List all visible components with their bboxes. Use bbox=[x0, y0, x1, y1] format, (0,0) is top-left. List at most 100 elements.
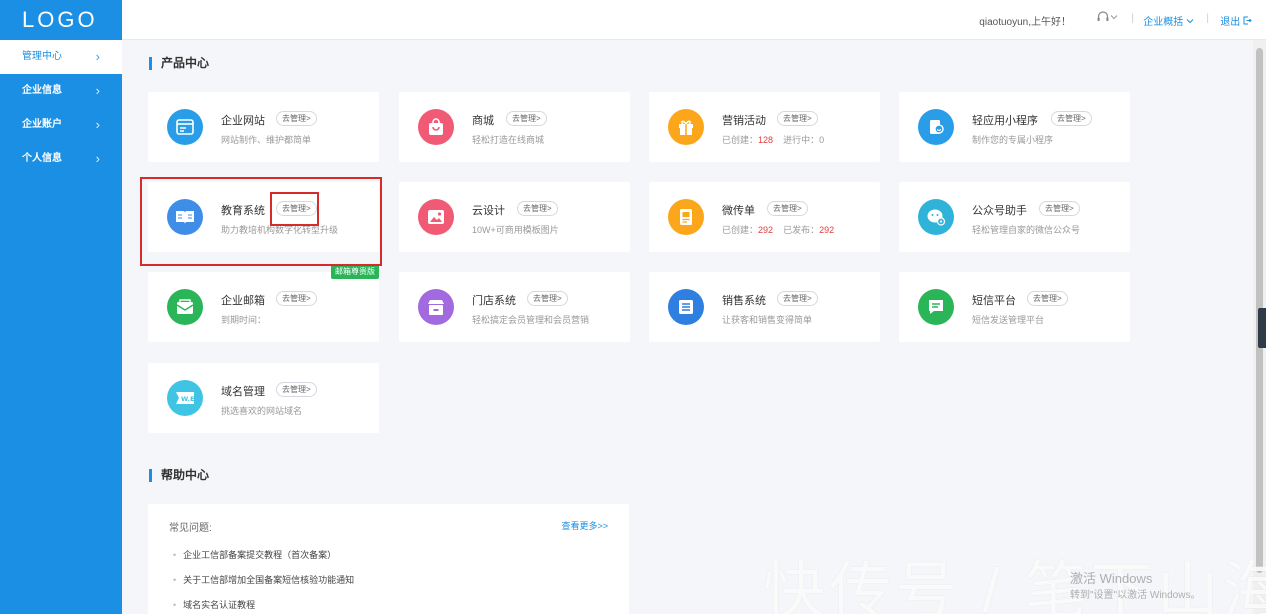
side-toolbar-handle[interactable] bbox=[1258, 308, 1266, 348]
headset-icon bbox=[1097, 11, 1109, 21]
card-title: 商城 bbox=[472, 115, 494, 127]
watermark-text: 快传号 / 笔下山海 bbox=[763, 557, 1266, 614]
sidebar-item-label: 个人信息 bbox=[22, 153, 62, 164]
flyer-icon bbox=[668, 199, 704, 235]
card-title: 企业邮箱 bbox=[221, 295, 265, 307]
domain-icon-text: W.E bbox=[181, 395, 195, 403]
shopping-bag-icon bbox=[418, 109, 454, 145]
card-title: 短信平台 bbox=[972, 295, 1016, 307]
card-desc: 10W+可商用模板图片 bbox=[472, 225, 559, 235]
logo[interactable]: LOGO bbox=[0, 0, 122, 40]
card-title: 企业网站 bbox=[221, 115, 265, 127]
card-desc: 网站制作、维护都简单 bbox=[221, 135, 312, 145]
card-desc: 轻松搞定会员管理和会员营销 bbox=[472, 315, 590, 325]
manage-button[interactable]: 去管理> bbox=[777, 111, 818, 126]
manage-button[interactable]: 去管理> bbox=[1027, 291, 1068, 306]
card-title: 公众号助手 bbox=[972, 205, 1027, 217]
logout-link[interactable]: 退出 bbox=[1220, 13, 1252, 28]
support-menu[interactable] bbox=[1096, 10, 1118, 24]
ongoing-label: 进行中： bbox=[783, 135, 820, 145]
card-desc: 制作您的专属小程序 bbox=[972, 135, 1054, 145]
product-card-website[interactable]: 企业网站 去管理> 网站制作、维护都简单 bbox=[148, 92, 379, 162]
card-title: 营销活动 bbox=[722, 115, 766, 127]
card-desc: 轻松打造在线商城 bbox=[472, 135, 545, 145]
chevron-right-icon: › bbox=[95, 117, 100, 132]
faq-item[interactable]: 企业工信部备案提交教程（首次备案） bbox=[173, 548, 336, 561]
chevron-right-icon: › bbox=[95, 49, 100, 64]
header-divider: | bbox=[1131, 13, 1134, 24]
manage-button[interactable]: 去管理> bbox=[1039, 201, 1080, 216]
sidebar-item-label: 企业账户 bbox=[22, 119, 62, 130]
manage-button[interactable]: 去管理> bbox=[276, 382, 317, 397]
faq-item[interactable]: 关于工信部增加全国备案短信核验功能通知 bbox=[173, 573, 354, 586]
manage-button[interactable]: 去管理> bbox=[767, 201, 808, 216]
product-card-mini-program[interactable]: 轻应用小程序 去管理> 制作您的专属小程序 bbox=[899, 92, 1130, 162]
created-label: 已创建： bbox=[722, 135, 759, 145]
wechat-icon bbox=[918, 199, 954, 235]
manage-button[interactable]: 去管理> bbox=[517, 201, 558, 216]
help-panel: 常见问题: 查看更多>> 企业工信部备案提交教程（首次备案） 关于工信部增加全国… bbox=[148, 504, 629, 614]
overview-label: 企业概括 bbox=[1143, 17, 1184, 28]
list-icon bbox=[668, 289, 704, 325]
card-desc: 已创建：292 已发布：292 bbox=[722, 223, 834, 236]
highlight-box-manage-button bbox=[270, 192, 319, 226]
card-title: 微传单 bbox=[722, 205, 755, 217]
website-icon bbox=[167, 109, 203, 145]
created-count: 128 bbox=[758, 135, 774, 145]
created-count: 292 bbox=[758, 225, 774, 235]
manage-button[interactable]: 去管理> bbox=[506, 111, 547, 126]
sidebar-item-personal-info[interactable]: 个人信息 › bbox=[0, 142, 122, 176]
card-desc: 到期时间： bbox=[221, 315, 267, 325]
product-card-cloud-design[interactable]: 云设计 去管理> 10W+可商用模板图片 bbox=[399, 182, 630, 252]
product-card-sales[interactable]: 销售系统 去管理> 让获客和销售变得简单 bbox=[649, 272, 880, 342]
product-center-title: 产品中心 bbox=[149, 57, 209, 70]
sidebar-item-company-account[interactable]: 企业账户 › bbox=[0, 108, 122, 142]
mail-icon bbox=[167, 289, 203, 325]
manage-button[interactable]: 去管理> bbox=[276, 291, 317, 306]
card-desc: 已创建：128 进行中：0 bbox=[722, 133, 824, 146]
product-card-wechat-assistant[interactable]: 公众号助手 去管理> 轻松管理自家的微信公众号 bbox=[899, 182, 1130, 252]
card-title: 云设计 bbox=[472, 205, 505, 217]
chevron-down-icon bbox=[1186, 19, 1194, 24]
user-greeting: qiaotuoyun,上午好！ bbox=[979, 17, 1071, 28]
sidebar-item-company-info[interactable]: 企业信息 › bbox=[0, 74, 122, 108]
product-card-store[interactable]: 门店系统 去管理> 轻松搞定会员管理和会员营销 bbox=[399, 272, 630, 342]
domain-icon: W.E bbox=[167, 380, 203, 416]
sidebar-item-label: 管理中心 bbox=[22, 51, 62, 62]
published-label: 已发布： bbox=[783, 225, 820, 235]
store-icon bbox=[418, 289, 454, 325]
manage-button[interactable]: 去管理> bbox=[1051, 111, 1092, 126]
product-card-sms[interactable]: 短信平台 去管理> 短信发送管理平台 bbox=[899, 272, 1130, 342]
faq-label: 常见问题: bbox=[169, 523, 212, 534]
highlight-box-education-card bbox=[140, 177, 382, 266]
help-center-title: 帮助中心 bbox=[149, 469, 209, 482]
product-card-email[interactable]: 邮箱尊贵版 企业邮箱 去管理> 到期时间： bbox=[148, 264, 379, 342]
chevron-right-icon: › bbox=[95, 151, 100, 166]
activate-windows-title: 激活 Windows bbox=[1070, 571, 1153, 586]
card-title: 轻应用小程序 bbox=[972, 115, 1038, 127]
ongoing-count: 0 bbox=[819, 135, 825, 145]
product-card-flyer[interactable]: 微传单 去管理> 已创建：292 已发布：292 bbox=[649, 182, 880, 252]
chevron-right-icon: › bbox=[95, 83, 100, 98]
card-desc: 挑选喜欢的网站域名 bbox=[221, 406, 303, 416]
logout-icon bbox=[1243, 16, 1252, 25]
faq-item[interactable]: 域名实名认证教程 bbox=[173, 598, 255, 611]
sidebar-item-management-center[interactable]: 管理中心 › bbox=[0, 40, 122, 74]
published-count: 292 bbox=[819, 225, 835, 235]
created-label: 已创建： bbox=[722, 225, 759, 235]
product-card-mall[interactable]: 商城 去管理> 轻松打造在线商城 bbox=[399, 92, 630, 162]
chevron-down-icon bbox=[1110, 15, 1118, 20]
mail-premium-badge: 邮箱尊贵版 bbox=[331, 264, 379, 279]
manage-button[interactable]: 去管理> bbox=[527, 291, 568, 306]
product-card-domain[interactable]: W.E 域名管理 去管理> 挑选喜欢的网站域名 bbox=[148, 363, 379, 433]
manage-button[interactable]: 去管理> bbox=[777, 291, 818, 306]
sidebar: LOGO 管理中心 › 企业信息 › 企业账户 › 个人信息 › bbox=[0, 0, 122, 614]
image-icon bbox=[418, 199, 454, 235]
gift-icon bbox=[668, 109, 704, 145]
view-more-link[interactable]: 查看更多>> bbox=[561, 519, 608, 532]
company-overview-menu[interactable]: 企业概括 bbox=[1143, 13, 1194, 28]
product-card-marketing[interactable]: 营销活动 去管理> 已创建：128 进行中：0 bbox=[649, 92, 880, 162]
manage-button[interactable]: 去管理> bbox=[276, 111, 317, 126]
sidebar-item-label: 企业信息 bbox=[22, 85, 62, 96]
card-desc: 轻松管理自家的微信公众号 bbox=[972, 225, 1081, 235]
